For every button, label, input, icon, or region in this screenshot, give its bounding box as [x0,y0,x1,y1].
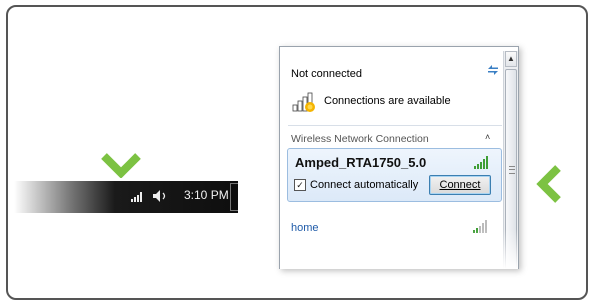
bottom-fade [280,229,518,269]
connect-automatically-option[interactable]: ✓ Connect automatically [294,179,418,191]
signal-bars-icon[interactable] [131,190,145,202]
section-header: Wireless Network Connection [291,133,429,145]
clock[interactable]: 3:10 PM [184,188,229,202]
scroll-up-arrow-icon[interactable]: ▲ [505,51,517,67]
refresh-icon[interactable] [486,64,500,76]
connect-automatically-checkbox[interactable]: ✓ [294,179,306,191]
connect-automatically-label: Connect automatically [310,179,419,191]
green-left-arrow-icon [536,165,561,203]
connect-button[interactable]: Connect [429,175,491,195]
collapse-chevron-icon[interactable]: ˄ [485,132,490,142]
strong-signal-icon [474,156,488,169]
connections-available-icon [292,92,315,112]
divider [288,125,502,126]
network-name: Amped_RTA1750_5.0 [295,155,427,170]
speaker-icon[interactable] [152,189,168,203]
show-desktop-button[interactable] [230,183,238,211]
grip-icon [509,166,515,174]
availability-text: Connections are available [324,95,451,107]
connection-status: Not connected [291,68,362,80]
taskbar: 3:10 PM [14,181,238,213]
green-checkmark-icon [101,153,141,178]
network-item-selected[interactable]: Amped_RTA1750_5.0 ✓ Connect automaticall… [287,148,502,202]
network-flyout: Not connected Connections are available … [279,46,519,269]
